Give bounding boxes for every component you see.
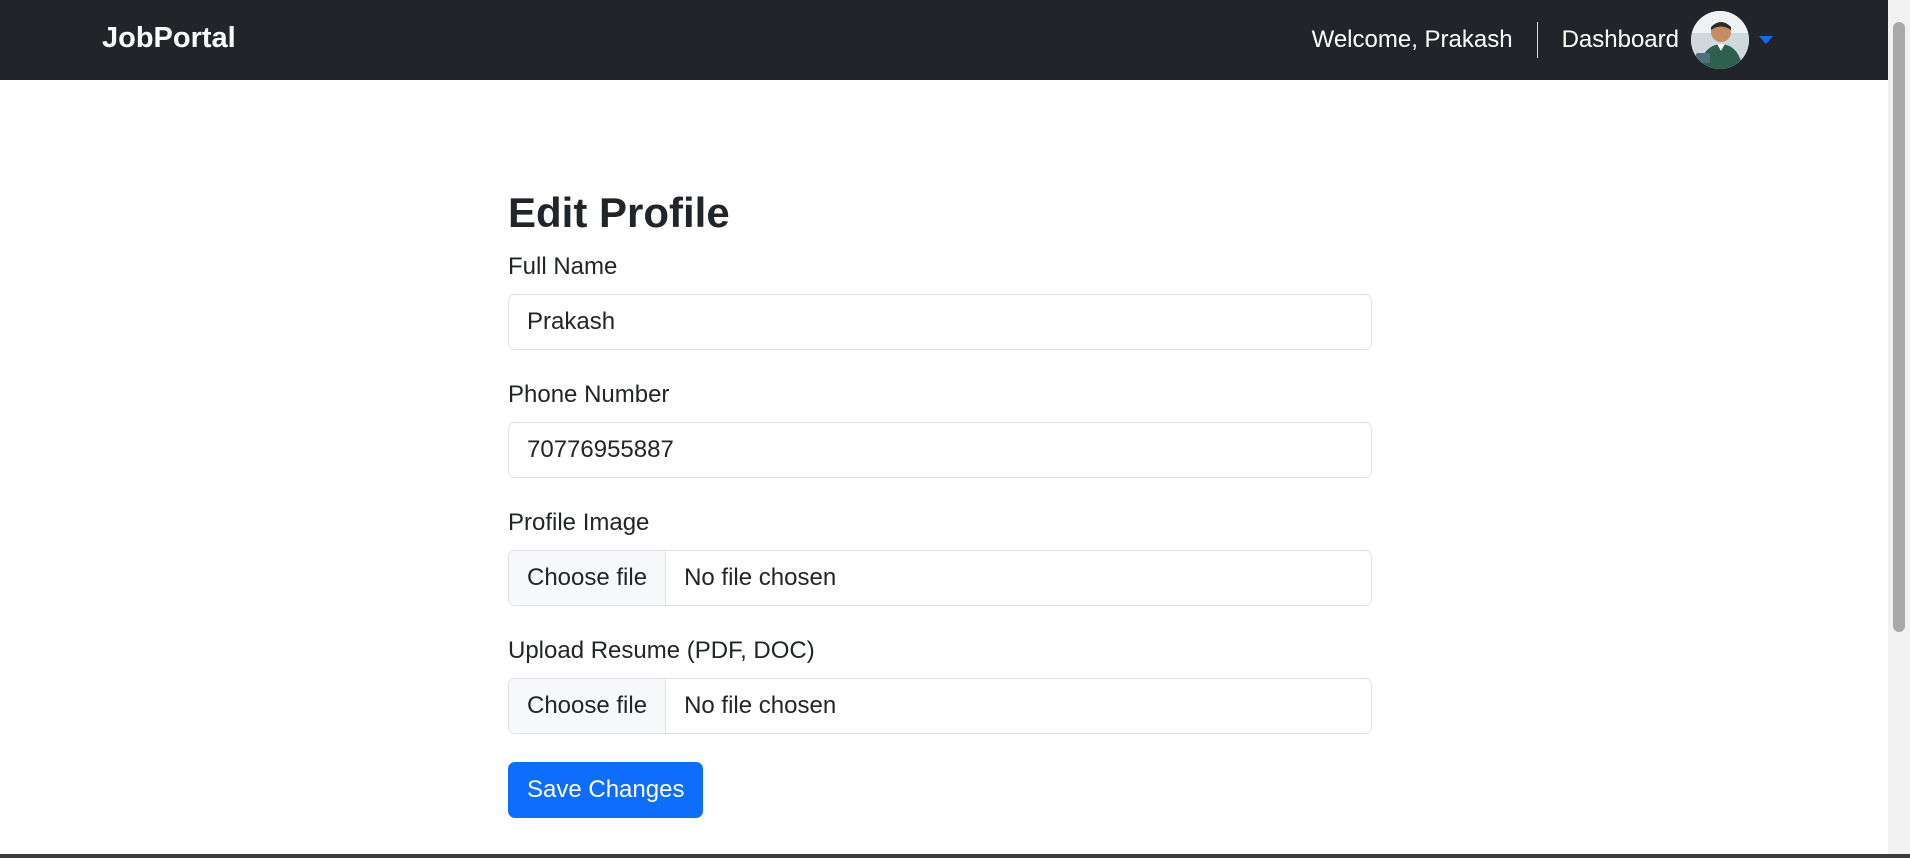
brand-logo[interactable]: JobPortal [102,22,236,55]
page-title: Edit Profile [508,189,730,236]
full-name-value: Prakash [527,308,616,335]
phone-input[interactable]: 70776955887 [508,422,1372,478]
full-name-group: Full Name Prakash [508,252,1372,350]
edit-profile-form: Edit Profile Full Name Prakash Phone Num… [508,186,1372,818]
resume-file-input[interactable]: Choose file No file chosen [508,678,1372,734]
resume-label: Upload Resume (PDF, DOC) [508,637,815,664]
avatar-image [1691,11,1749,69]
welcome-text: Welcome, Prakash [1311,26,1513,53]
full-name-input[interactable]: Prakash [508,294,1372,350]
full-name-label: Full Name [508,253,618,280]
phone-group: Phone Number 70776955887 [508,380,1372,478]
scrollbar-thumb[interactable] [1893,22,1905,632]
bottom-edge [0,854,1910,858]
page-scrollbar[interactable] [1888,0,1910,858]
nav-divider [1536,22,1538,58]
user-avatar[interactable] [1691,11,1749,69]
profile-image-status: No file chosen [684,564,837,591]
profile-image-choose-button[interactable]: Choose file [509,551,667,605]
phone-label: Phone Number [508,381,670,408]
resume-choose-button[interactable]: Choose file [509,679,667,733]
top-navbar: JobPortal Welcome, Prakash Dashboard [0,0,1888,80]
phone-value: 70776955887 [527,436,674,463]
save-changes-button[interactable]: Save Changes [508,762,704,818]
profile-image-label: Profile Image [508,509,650,536]
dashboard-link[interactable]: Dashboard [1562,26,1679,54]
profile-image-group: Profile Image Choose file No file chosen [508,508,1372,606]
resume-group: Upload Resume (PDF, DOC) Choose file No … [508,636,1372,734]
nav-right: Welcome, Prakash Dashboard [1312,0,1773,80]
resume-status: No file chosen [684,692,837,719]
profile-image-file-input[interactable]: Choose file No file chosen [508,550,1372,606]
caret-down-icon[interactable] [1759,36,1773,44]
